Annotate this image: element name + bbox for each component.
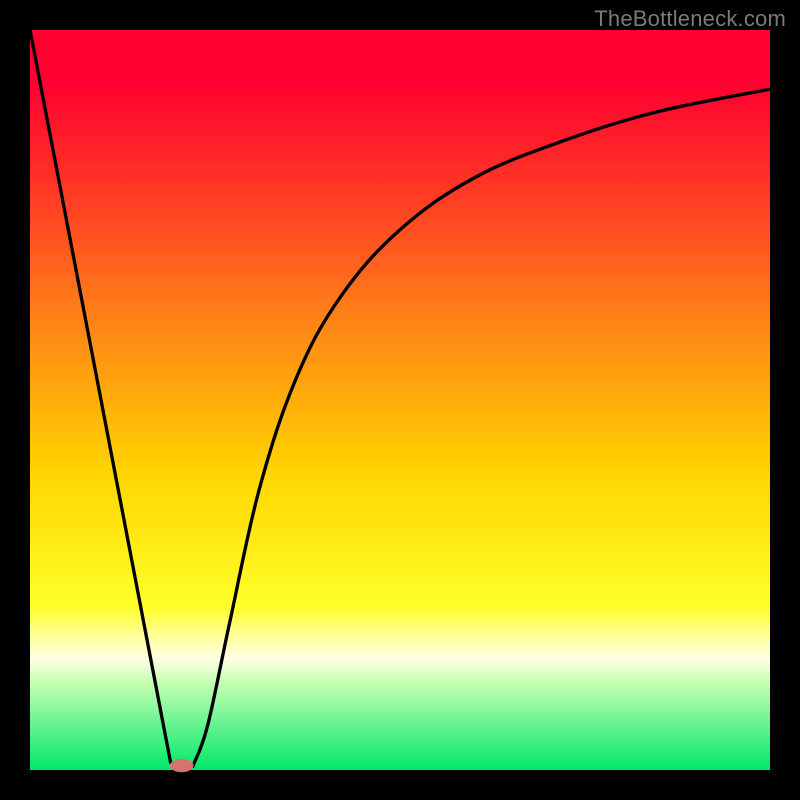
chart-frame: TheBottleneck.com xyxy=(0,0,800,800)
plot-area xyxy=(30,30,770,770)
watermark-text: TheBottleneck.com xyxy=(594,6,786,32)
minimum-marker xyxy=(170,759,194,772)
chart-svg xyxy=(30,30,770,770)
chart-line-right xyxy=(193,89,770,766)
chart-line-left xyxy=(30,30,193,766)
